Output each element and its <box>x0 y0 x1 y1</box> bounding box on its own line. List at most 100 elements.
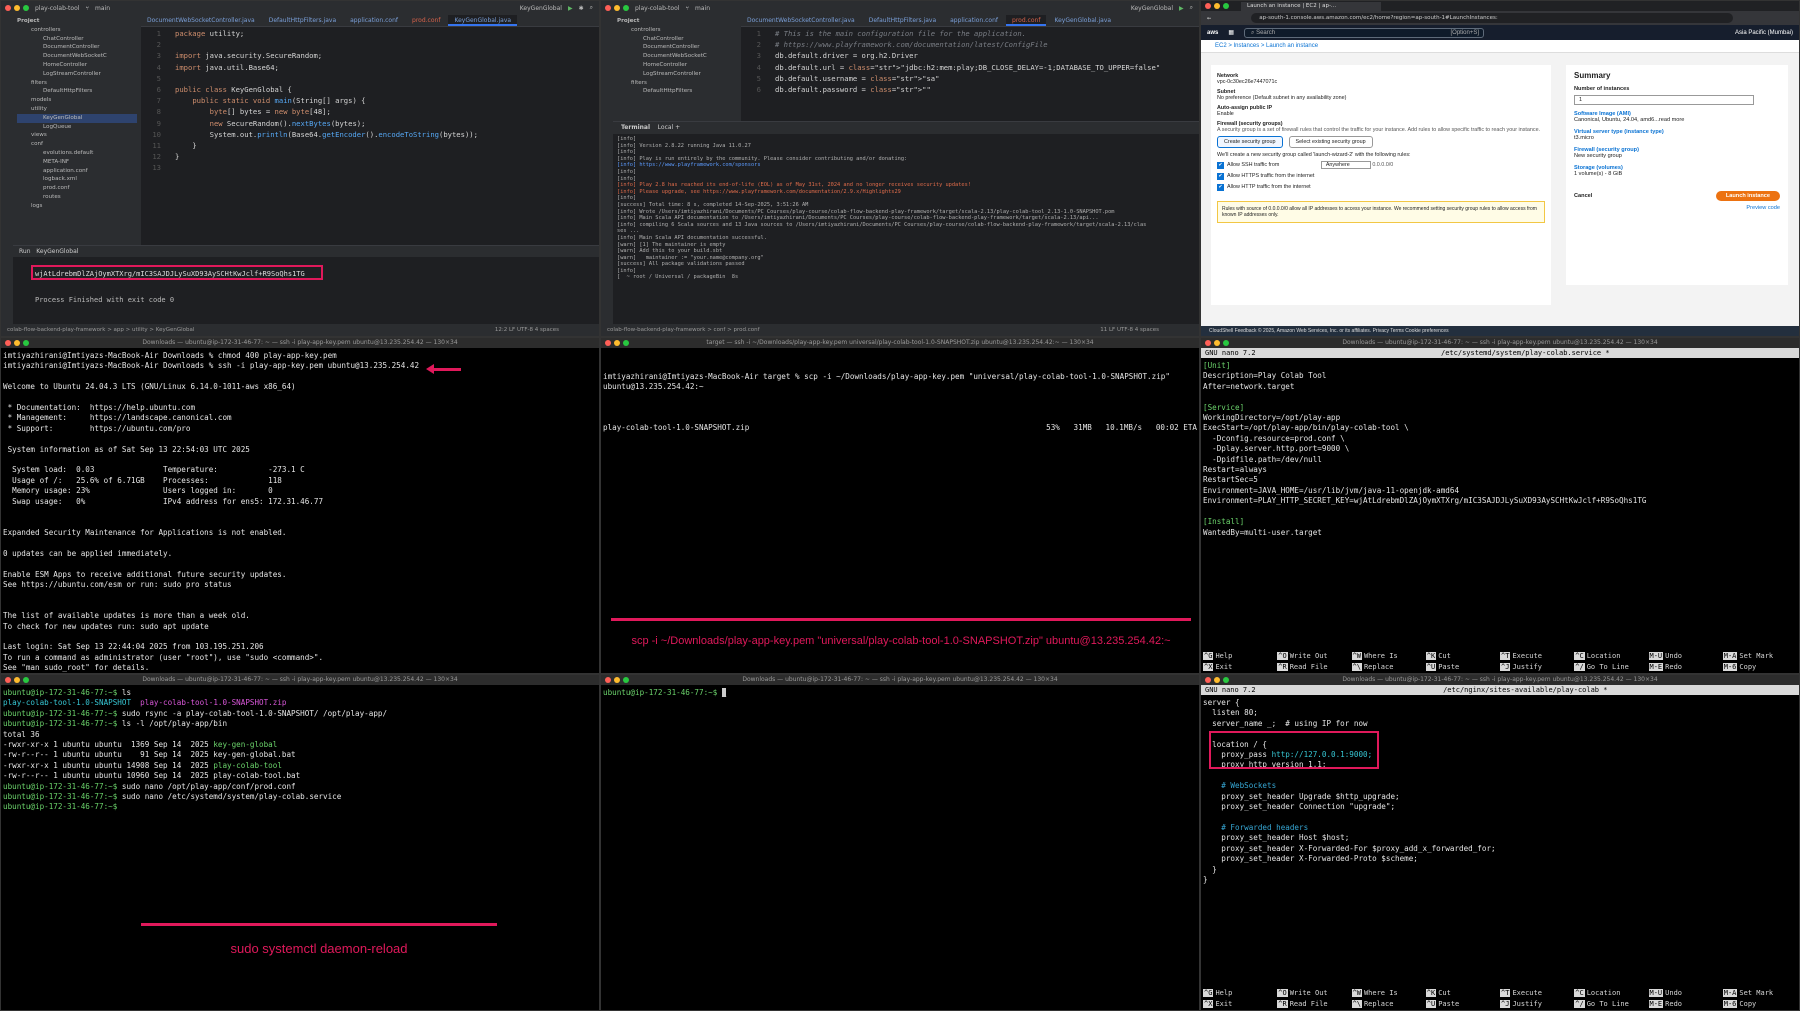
services-grid-icon[interactable]: ▦ <box>1228 29 1234 36</box>
close-button[interactable] <box>1205 3 1211 9</box>
run-icon[interactable]: ▶ <box>1179 5 1184 12</box>
close-button[interactable] <box>1205 340 1211 346</box>
local-tab[interactable]: Local <box>658 124 674 131</box>
back-icon[interactable]: ← <box>1207 14 1211 22</box>
nano-shortcut[interactable]: ^C Location <box>1574 988 1648 999</box>
code-editor[interactable]: 1 package utility; 2 3 import java.security.… <box>141 28 599 243</box>
minimize-button[interactable] <box>14 5 20 11</box>
nano-shortcut[interactable]: ^T Execute <box>1500 988 1574 999</box>
zoom-button[interactable] <box>23 5 29 11</box>
tree-item[interactable]: controllers <box>617 26 737 35</box>
tree-item[interactable]: KeyGenGlobal <box>17 113 137 123</box>
close-button[interactable] <box>605 5 611 11</box>
region-selector[interactable]: Asia Pacific (Mumbai) <box>1735 30 1793 36</box>
cancel-button[interactable]: Cancel <box>1574 193 1592 199</box>
tree-item[interactable]: filters <box>17 79 137 88</box>
editor-tab[interactable]: application.conf <box>344 15 404 26</box>
nano-shortcut[interactable]: M-6 Copy <box>1722 662 1797 673</box>
terminal-output[interactable]: ubuntu@ip-172-31-46-77:~$ _ <box>601 685 1199 701</box>
terminal-tab[interactable]: Terminal <box>621 124 650 131</box>
editor-tab[interactable]: DefaultHttpFilters.java <box>863 15 942 26</box>
nano-shortcut[interactable]: ^G Help <box>1203 651 1277 662</box>
editor-tab[interactable]: KeyGenGlobal.java <box>1048 15 1117 26</box>
nano-shortcut[interactable]: ^/Go To Line <box>1574 662 1648 673</box>
zoom-button[interactable] <box>1223 340 1229 346</box>
nano-shortcut[interactable]: ^T Execute <box>1500 651 1574 662</box>
minimize-button[interactable] <box>1214 3 1220 9</box>
project-selector[interactable]: play-colab-tool <box>35 5 79 12</box>
nano-shortcut[interactable]: ^K Cut <box>1425 651 1500 662</box>
tree-item[interactable]: logback.xml <box>17 175 137 184</box>
editor-tab[interactable]: DocumentWebSocketController.java <box>741 15 861 26</box>
minimize-button[interactable] <box>614 677 620 683</box>
tree-item[interactable]: HomeController <box>617 61 737 70</box>
tree-item[interactable]: DefaultHttpFilters <box>17 87 137 96</box>
nano-shortcut[interactable]: M-U Undo <box>1648 988 1723 999</box>
tree-item[interactable]: application.conf <box>17 167 137 176</box>
nano-shortcut[interactable]: ^/Go To Line <box>1574 999 1648 1010</box>
nano-shortcut[interactable]: M-E Redo <box>1648 662 1723 673</box>
preview-code-link[interactable]: Preview code <box>1574 205 1780 211</box>
tree-item[interactable]: controllers <box>17 26 137 35</box>
terminal-output[interactable]: [info] [info] Version 2.8.22 running Java… <box>613 134 1199 283</box>
aws-search-input[interactable]: ⌕ Search [Option+S] <box>1244 27 1485 38</box>
run-config-selector[interactable]: KeyGenGlobal <box>520 5 562 12</box>
close-button[interactable] <box>1205 677 1211 683</box>
nano-editor[interactable]: server { listen 80; server_name _; # usi… <box>1201 695 1799 888</box>
minimize-button[interactable] <box>14 340 20 346</box>
run-icon[interactable]: ▶ <box>568 5 573 12</box>
url-field[interactable]: ap-south-1.console.aws.amazon.com/ec2/ho… <box>1251 13 1733 23</box>
nano-editor[interactable]: [Unit] Description=Play Colab Tool After=n… <box>1201 358 1799 541</box>
nano-shortcut[interactable]: M-U Undo <box>1648 651 1723 662</box>
tree-item[interactable]: prod.conf <box>17 184 137 193</box>
nano-shortcut[interactable]: ^J Justify <box>1500 999 1574 1010</box>
debug-icon[interactable]: ✱ <box>579 5 584 12</box>
num-instances-input[interactable]: 1 <box>1574 95 1754 105</box>
nano-shortcut[interactable]: ^X Exit <box>1203 999 1277 1010</box>
minimize-button[interactable] <box>1214 340 1220 346</box>
http-rule-checkbox[interactable]: Allow HTTP traffic from the internet <box>1217 184 1545 191</box>
tree-item[interactable]: LogStreamController <box>617 70 737 79</box>
editor-tab[interactable]: prod.conf <box>1006 15 1047 26</box>
nano-shortcut[interactable]: ^W Where Is <box>1351 988 1426 999</box>
nano-shortcut[interactable]: ^U Paste <box>1425 662 1500 673</box>
close-button[interactable] <box>5 677 11 683</box>
nano-shortcut[interactable]: M-A Set Mark <box>1722 988 1797 999</box>
tree-item[interactable]: META-INF <box>17 158 137 167</box>
nano-shortcut[interactable]: ^O Write Out <box>1277 651 1351 662</box>
zoom-button[interactable] <box>623 677 629 683</box>
breadcrumb[interactable]: EC2 > Instances > Launch an instance <box>1201 40 1799 53</box>
create-security-group-option[interactable]: Create security group <box>1217 136 1283 148</box>
tree-item[interactable]: DocumentWebSocketC <box>17 52 137 61</box>
minimize-button[interactable] <box>14 677 20 683</box>
tree-item[interactable]: ChatController <box>617 35 737 44</box>
nano-shortcut[interactable]: ^O Write Out <box>1277 988 1351 999</box>
nano-shortcut[interactable]: ^G Help <box>1203 988 1277 999</box>
nano-shortcut[interactable]: ^R Read File <box>1277 662 1351 673</box>
run-config-selector[interactable]: KeyGenGlobal <box>1131 5 1173 12</box>
zoom-button[interactable] <box>623 5 629 11</box>
ssh-source-select[interactable]: Anywhere <box>1320 161 1371 169</box>
tree-item[interactable]: routes <box>17 193 137 202</box>
ssh-rule-checkbox[interactable]: Allow SSH traffic from Anywhere 0.0.0.0/… <box>1217 161 1545 169</box>
nano-shortcut[interactable]: ^\ Replace <box>1351 662 1426 673</box>
tree-item[interactable]: DocumentWebSocketC <box>617 52 737 61</box>
https-rule-checkbox[interactable]: Allow HTTPS traffic from the internet <box>1217 173 1545 180</box>
nano-shortcut[interactable]: M-6 Copy <box>1722 999 1797 1010</box>
add-tab-icon[interactable]: + <box>675 124 680 131</box>
tree-item[interactable]: DocumentController <box>17 43 137 52</box>
browser-tab[interactable]: Launch an instance | EC2 | ap-... <box>1241 2 1381 11</box>
tree-item[interactable]: ChatController <box>17 35 137 44</box>
tree-item[interactable]: evolutions.default <box>17 149 137 158</box>
tree-item[interactable]: models <box>17 96 137 105</box>
tree-item[interactable]: conf <box>17 140 137 149</box>
close-button[interactable] <box>605 677 611 683</box>
select-existing-sg-option[interactable]: Select existing security group <box>1288 136 1373 148</box>
run-tab[interactable]: Run <box>19 248 31 255</box>
editor-tab[interactable]: prod.conf <box>406 15 446 26</box>
editor-tab[interactable]: DefaultHttpFilters.java <box>263 15 342 26</box>
editor-tab[interactable]: DocumentWebSocketController.java <box>141 15 261 26</box>
nano-shortcut[interactable]: M-E Redo <box>1648 999 1723 1010</box>
minimize-button[interactable] <box>1214 677 1220 683</box>
tree-item[interactable]: LogStreamController <box>17 70 137 79</box>
